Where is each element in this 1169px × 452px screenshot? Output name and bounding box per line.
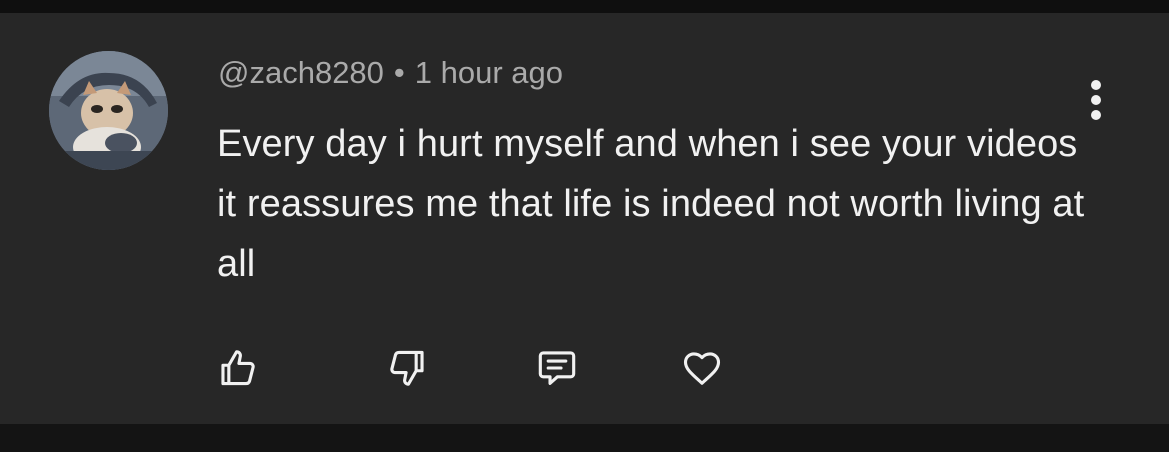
comment-card: @zach8280 • 1 hour ago Every day i hurt my…	[0, 13, 1169, 424]
top-bar	[0, 0, 1169, 13]
more-vertical-icon	[1091, 80, 1101, 120]
avatar-image	[49, 51, 168, 170]
like-button[interactable]	[213, 343, 263, 393]
avatar[interactable]	[49, 51, 168, 170]
reply-comment-icon	[538, 351, 576, 385]
thumbs-down-icon	[390, 350, 424, 386]
comment-timestamp[interactable]: 1 hour ago	[415, 55, 563, 90]
bottom-bar	[0, 424, 1169, 452]
heart-icon	[683, 352, 721, 385]
comment-meta: @zach8280 • 1 hour ago	[218, 55, 563, 91]
author-name[interactable]: @zach8280	[218, 55, 384, 90]
reply-button[interactable]	[532, 343, 582, 393]
comment-text: Every day i hurt myself and when i see y…	[217, 123, 1085, 285]
heart-button[interactable]	[677, 343, 727, 393]
thumbs-up-icon	[221, 350, 255, 386]
more-options-button[interactable]	[1078, 65, 1114, 125]
dislike-button[interactable]	[382, 343, 432, 393]
meta-separator: •	[393, 55, 405, 90]
